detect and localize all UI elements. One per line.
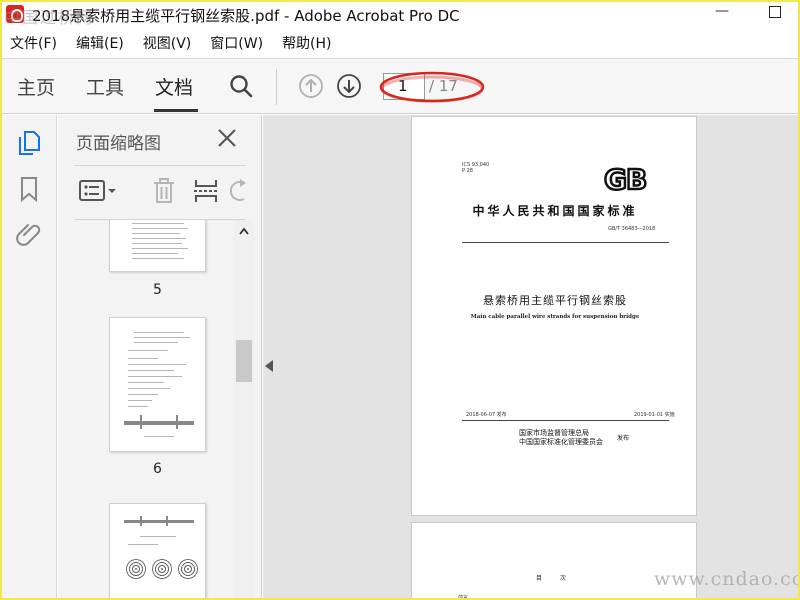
thumbnail-options-icon[interactable] bbox=[78, 177, 118, 205]
left-tool-rail bbox=[2, 115, 57, 598]
thumbnails-panel: 页面缩略图 5 6 bbox=[58, 115, 262, 598]
tab-home[interactable]: 主页 bbox=[17, 73, 55, 100]
menu-file[interactable]: 文件(F) bbox=[10, 33, 57, 53]
previous-page-icon[interactable] bbox=[298, 73, 324, 99]
scroll-up-arrow-icon[interactable] bbox=[238, 226, 250, 236]
issued-label: 发布 bbox=[617, 435, 630, 442]
thumbnail-scrollbar[interactable] bbox=[234, 220, 254, 598]
insert-page-icon[interactable] bbox=[192, 177, 220, 205]
document-view[interactable]: ICS 93.040 P 28 GB 中华人民共和国国家标准 GB/T 3648… bbox=[263, 115, 798, 600]
collapse-panel-icon[interactable] bbox=[264, 359, 274, 373]
scrollbar-thumb[interactable] bbox=[236, 340, 252, 382]
site-watermark: www.cndao.com bbox=[654, 568, 798, 590]
search-icon[interactable] bbox=[228, 73, 254, 99]
attachment-icon[interactable] bbox=[16, 219, 42, 247]
toc-entry: 前言 bbox=[458, 595, 469, 600]
next-page-icon[interactable] bbox=[336, 73, 362, 99]
application-window: 2018悬索桥用主缆平行钢丝索股.pdf - Adobe Acrobat Pro… bbox=[0, 0, 800, 600]
document-title-en: Main cable parallel wire strands for sus… bbox=[470, 314, 640, 320]
page-thumbnail-6[interactable] bbox=[109, 317, 206, 452]
publish-date: 2018-06-07 发布 bbox=[466, 412, 507, 418]
page-thumbnail-7[interactable] bbox=[109, 503, 206, 598]
thumbnail-list: 5 6 bbox=[58, 220, 234, 598]
document-title-cn: 悬索桥用主缆平行钢丝索股 bbox=[483, 294, 627, 307]
maximize-button[interactable] bbox=[769, 6, 781, 18]
menu-window[interactable]: 窗口(W) bbox=[210, 33, 263, 53]
pdf-page-1: ICS 93.040 P 28 GB 中华人民共和国国家标准 GB/T 3648… bbox=[411, 116, 697, 516]
menu-bar: 文件(F) 编辑(E) 视图(V) 窗口(W) 帮助(H) bbox=[2, 30, 798, 56]
title-bar: 2018悬索桥用主缆平行钢丝索股.pdf - Adobe Acrobat Pro… bbox=[2, 2, 798, 28]
ccs-code: P 28 bbox=[462, 168, 473, 174]
page-thumbnail-5[interactable] bbox=[109, 220, 206, 272]
active-tab-indicator bbox=[154, 109, 198, 112]
page-thumbnails-icon[interactable] bbox=[16, 129, 42, 157]
delete-page-icon[interactable] bbox=[150, 177, 178, 205]
menu-edit[interactable]: 编辑(E) bbox=[76, 33, 124, 53]
toolbar-separator bbox=[276, 69, 277, 105]
page-rule bbox=[462, 420, 669, 421]
issuer-line-2: 中国国家标准化管理委员会 bbox=[519, 438, 603, 446]
standard-heading: 中华人民共和国国家标准 bbox=[472, 204, 638, 218]
menu-help[interactable]: 帮助(H) bbox=[282, 33, 331, 53]
tab-document[interactable]: 文档 bbox=[155, 73, 193, 100]
thumbnail-page-number: 6 bbox=[153, 461, 162, 477]
standard-code: GB/T 36483—2018 bbox=[608, 226, 656, 232]
gb-logo: GB bbox=[603, 162, 649, 198]
thumbnail-page-number: 5 bbox=[153, 282, 162, 298]
close-icon[interactable] bbox=[216, 127, 238, 149]
tab-tools[interactable]: 工具 bbox=[86, 73, 124, 100]
panel-title: 页面缩略图 bbox=[76, 134, 161, 154]
acrobat-app-icon bbox=[6, 5, 24, 23]
red-highlight-ellipse bbox=[379, 71, 485, 103]
panel-divider bbox=[74, 165, 246, 166]
bookmark-icon[interactable] bbox=[16, 175, 42, 203]
minimize-button[interactable]: — bbox=[714, 4, 730, 22]
menu-view[interactable]: 视图(V) bbox=[143, 33, 192, 53]
effective-date: 2019-01-01 实施 bbox=[634, 412, 675, 418]
rotate-page-icon[interactable] bbox=[230, 177, 248, 205]
page-rule bbox=[462, 242, 669, 243]
window-title: 2018悬索桥用主缆平行钢丝索股.pdf - Adobe Acrobat Pro… bbox=[32, 7, 460, 25]
